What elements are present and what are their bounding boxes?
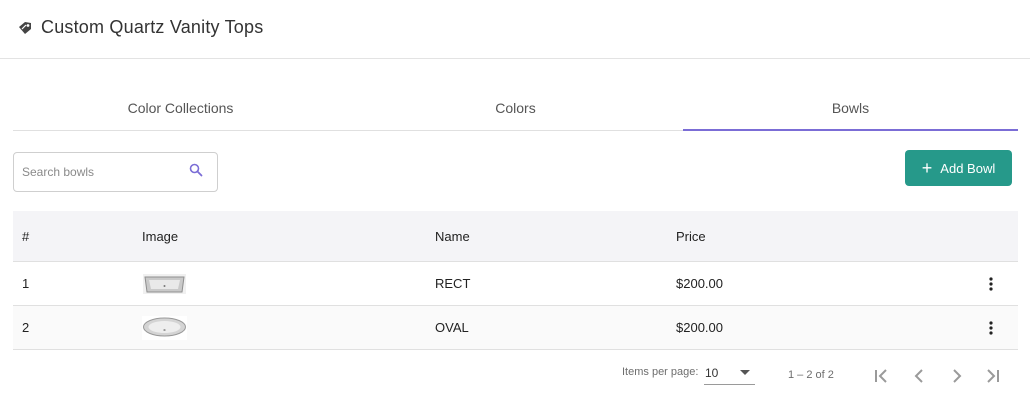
items-per-page-select[interactable]: 10 bbox=[704, 361, 755, 385]
next-page-button[interactable] bbox=[943, 362, 971, 390]
paginator: Items per page: 10 1 – 2 of 2 bbox=[0, 356, 1030, 396]
tab-bar: Color Collections Colors Bowls bbox=[13, 88, 1018, 131]
tab-colors[interactable]: Colors bbox=[348, 88, 683, 130]
column-header-number: # bbox=[22, 228, 30, 244]
column-header-price: Price bbox=[676, 228, 706, 244]
caret-down-icon bbox=[740, 370, 750, 375]
last-page-icon bbox=[987, 369, 999, 383]
column-header-image: Image bbox=[142, 228, 179, 244]
row-number: 2 bbox=[22, 320, 30, 335]
previous-page-button[interactable] bbox=[906, 362, 934, 390]
row-image-cell bbox=[142, 262, 187, 305]
row-price: $200.00 bbox=[676, 320, 723, 335]
table-header: # Image Name Price bbox=[13, 211, 1018, 262]
row-name: OVAL bbox=[435, 320, 469, 335]
row-price: $200.00 bbox=[676, 276, 723, 291]
more-vert-icon[interactable] bbox=[989, 276, 993, 291]
plus-icon: + bbox=[921, 158, 933, 178]
range-label: 1 – 2 of 2 bbox=[788, 369, 834, 381]
more-vert-icon[interactable] bbox=[989, 320, 993, 335]
oval-bowl-thumbnail bbox=[142, 315, 187, 340]
chevron-left-icon bbox=[914, 369, 923, 383]
column-header-name: Name bbox=[435, 228, 470, 244]
search-field bbox=[13, 152, 218, 192]
table-row[interactable]: 2 OVAL $200.00 bbox=[13, 306, 1018, 350]
row-number: 1 bbox=[22, 276, 30, 291]
bowls-table: # Image Name Price 1 RECT $200.00 2 OVAL… bbox=[13, 211, 1018, 350]
first-page-button[interactable] bbox=[868, 362, 896, 390]
row-actions bbox=[981, 306, 1001, 349]
chevron-right-icon bbox=[953, 369, 962, 383]
first-page-icon bbox=[875, 369, 887, 383]
last-page-button[interactable] bbox=[978, 362, 1006, 390]
table-row[interactable]: 1 RECT $200.00 bbox=[13, 262, 1018, 306]
gem-tag-icon bbox=[19, 22, 31, 34]
row-actions bbox=[981, 262, 1001, 305]
app-header: Custom Quartz Vanity Tops bbox=[0, 0, 1030, 59]
row-image-cell bbox=[142, 306, 187, 349]
search-icon[interactable] bbox=[189, 163, 203, 177]
rectangular-bowl-thumbnail bbox=[143, 273, 186, 294]
row-name: RECT bbox=[435, 276, 471, 291]
items-per-page-value: 10 bbox=[705, 366, 719, 380]
page-title: Custom Quartz Vanity Tops bbox=[41, 17, 264, 37]
search-input[interactable] bbox=[22, 162, 182, 182]
items-per-page-label: Items per page: bbox=[622, 366, 699, 378]
tab-bowls[interactable]: Bowls bbox=[683, 88, 1018, 131]
tab-color-collections[interactable]: Color Collections bbox=[13, 88, 348, 130]
add-bowl-label: Add Bowl bbox=[940, 160, 996, 176]
add-bowl-button[interactable]: + Add Bowl bbox=[905, 150, 1012, 186]
